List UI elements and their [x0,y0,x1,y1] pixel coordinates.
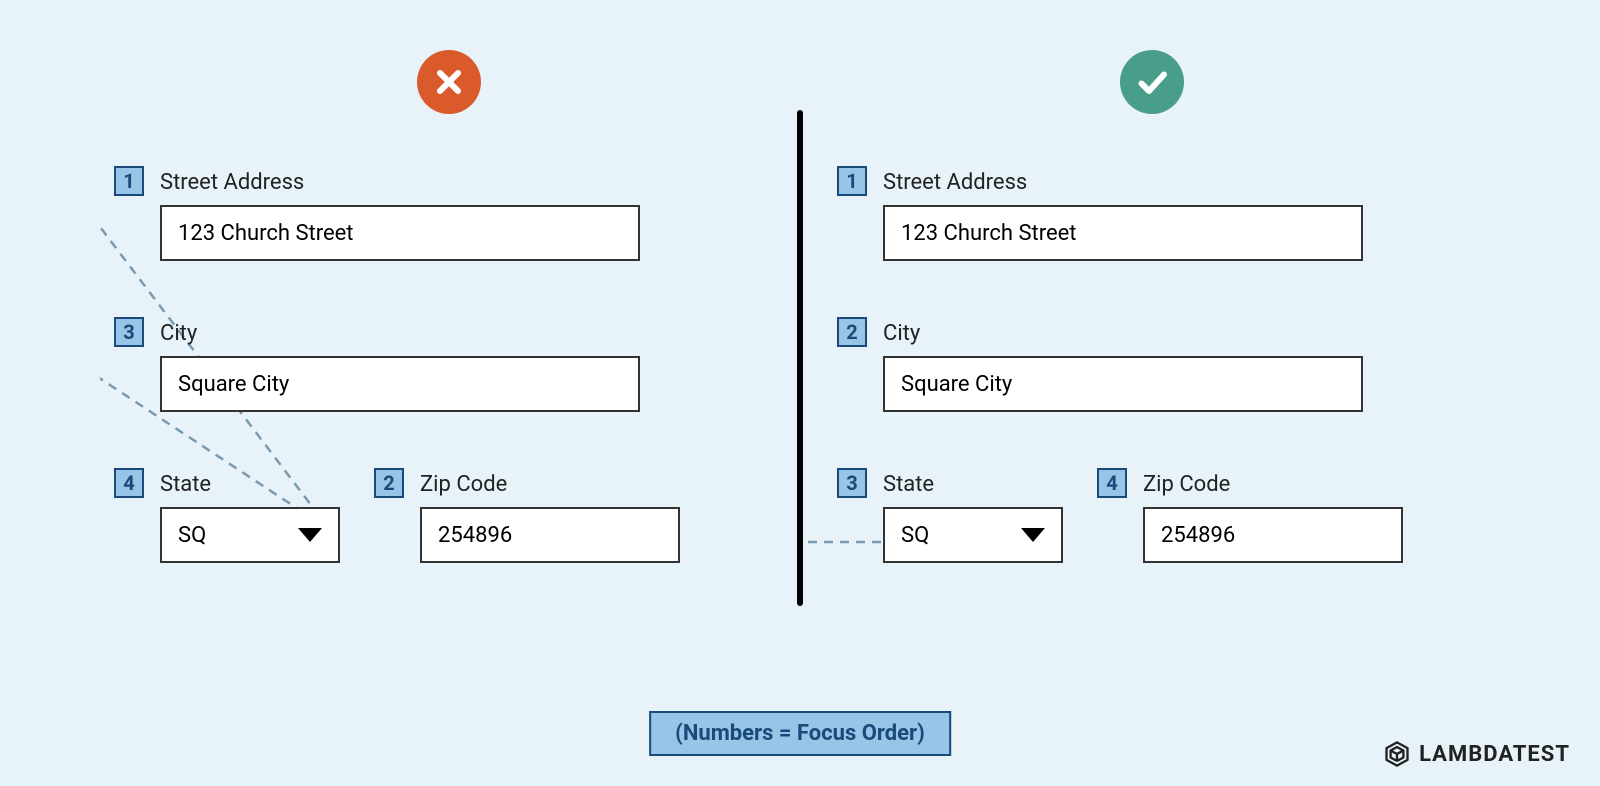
field-city: 3 City Square City [160,321,777,412]
focus-order-badge: 1 [837,166,867,196]
state-value: SQ [178,523,206,548]
focus-order-badge: 2 [837,317,867,347]
focus-order-badge: 2 [374,468,404,498]
lambdatest-icon [1383,740,1411,768]
chevron-down-icon [1021,528,1045,542]
diagram-container: 1 Street Address 123 Church Street 3 Cit… [0,0,1600,786]
panel-correct: 1 Street Address 123 Church Street 2 Cit… [803,50,1500,706]
zip-label: Zip Code [420,472,680,497]
state-select[interactable]: SQ [160,507,340,563]
focus-order-badge: 3 [114,317,144,347]
street-input[interactable]: 123 Church Street [160,205,640,261]
zip-label: Zip Code [1143,472,1403,497]
focus-order-badge: 1 [114,166,144,196]
panel-incorrect: 1 Street Address 123 Church Street 3 Cit… [100,50,797,706]
legend-box: (Numbers = Focus Order) [649,711,951,756]
check-icon [1120,50,1184,114]
field-state-zip-row: 3 State SQ 4 Zip Code 254896 [883,472,1480,563]
city-input[interactable]: Square City [160,356,640,412]
field-state: 4 State SQ [160,472,340,563]
field-state-zip-row: 4 State SQ 2 Zip Code 254896 [160,472,777,563]
field-zip: 2 Zip Code 254896 [420,472,680,563]
zip-input[interactable]: 254896 [1143,507,1403,563]
field-city: 2 City Square City [883,321,1480,412]
state-select[interactable]: SQ [883,507,1063,563]
field-zip: 4 Zip Code 254896 [1143,472,1403,563]
state-label: State [883,472,1063,497]
street-input[interactable]: 123 Church Street [883,205,1363,261]
street-label: Street Address [883,170,1480,195]
field-street: 1 Street Address 123 Church Street [160,170,777,261]
brand-text: LAMBDATEST [1419,742,1570,767]
city-label: City [883,321,1480,346]
form-right: 1 Street Address 123 Church Street 2 Cit… [803,170,1500,563]
state-value: SQ [901,523,929,548]
chevron-down-icon [298,528,322,542]
field-street: 1 Street Address 123 Church Street [883,170,1480,261]
zip-input[interactable]: 254896 [420,507,680,563]
focus-order-badge: 4 [114,468,144,498]
form-left: 1 Street Address 123 Church Street 3 Cit… [100,170,797,563]
city-input[interactable]: Square City [883,356,1363,412]
field-state: 3 State SQ [883,472,1063,563]
street-label: Street Address [160,170,777,195]
state-label: State [160,472,340,497]
brand-logo: LAMBDATEST [1383,740,1570,768]
city-label: City [160,321,777,346]
focus-order-badge: 3 [837,468,867,498]
cross-icon [417,50,481,114]
focus-order-badge: 4 [1097,468,1127,498]
